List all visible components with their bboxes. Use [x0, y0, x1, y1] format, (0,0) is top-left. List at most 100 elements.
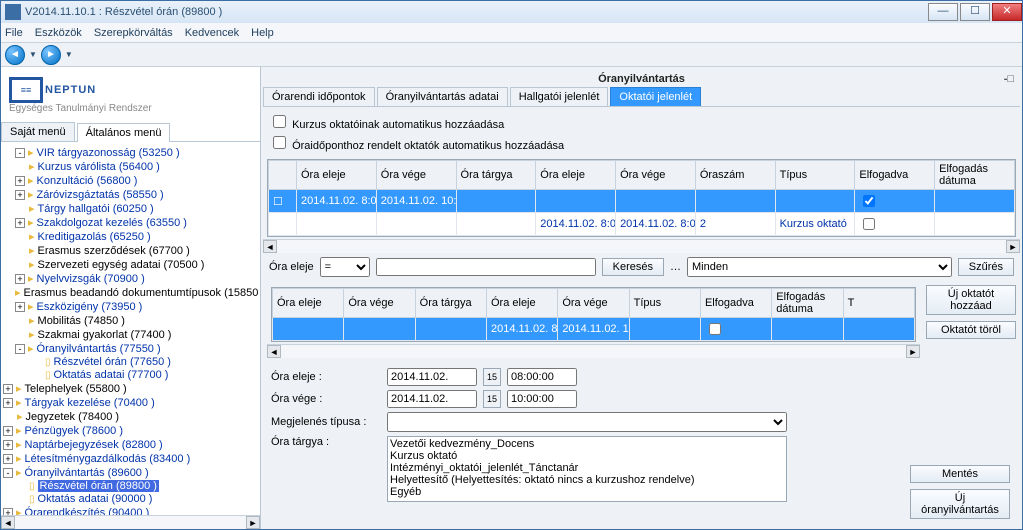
close-button[interactable]: ✕ [992, 3, 1022, 21]
tree-label[interactable]: Nyelvvizsgák (70900 ) [37, 273, 145, 285]
pin-icon[interactable]: -□ [1004, 73, 1014, 85]
tree-node[interactable]: ▸Tárgy hallgatói (60250 ) [3, 202, 258, 216]
scroll-left-icon[interactable]: ◄ [1, 516, 15, 529]
table-row[interactable]: 2014.11.02. 8:00:002014.11.02. 10:00:00 [273, 318, 915, 341]
list-item[interactable]: Kurzus oktató [390, 450, 784, 462]
tree-node[interactable]: +▸Szakdolgozat kezelés (63550 ) [3, 216, 258, 230]
tree-label[interactable]: Szakdolgozat kezelés (63550 ) [37, 217, 187, 229]
expand-icon[interactable]: + [3, 454, 13, 464]
tree-label[interactable]: Óranyilvántartás (77550 ) [37, 343, 161, 355]
expand-icon[interactable]: - [3, 468, 13, 478]
tree-label[interactable]: Záróvizsgáztatás (58550 ) [37, 189, 164, 201]
tree-node[interactable]: +▸Telephelyek (55800 ) [3, 382, 258, 396]
subtab[interactable]: Hallgatói jelenlét [510, 87, 609, 106]
column-header[interactable]: Elfogadva [855, 161, 935, 190]
menu-tools[interactable]: Eszközök [35, 27, 82, 39]
scroll-track[interactable] [15, 516, 246, 529]
subject-listbox[interactable]: Vezetői kedvezmény_DocensKurzus oktatóIn… [387, 436, 787, 502]
scroll-left-icon[interactable]: ◄ [263, 240, 277, 253]
calendar-icon[interactable]: 15 [483, 368, 501, 386]
column-header[interactable]: Óra tárgya [456, 161, 536, 190]
tree-node[interactable]: +▸Pénzügyek (78600 ) [3, 424, 258, 438]
list-item[interactable]: Intézményi_oktatói_jelenlét_Tánctanár [390, 462, 784, 474]
menu-help[interactable]: Help [251, 27, 274, 39]
grid-lessons[interactable]: Óra elejeÓra végeÓra tárgyaÓra elejeÓra … [267, 159, 1016, 237]
left-hscroll[interactable]: ◄ ► [1, 515, 260, 529]
expand-icon[interactable]: + [3, 440, 13, 450]
column-header[interactable]: Óra vége [558, 289, 629, 318]
menu-fav[interactable]: Kedvencek [185, 27, 239, 39]
nav-back-button[interactable]: ◄ [5, 45, 25, 65]
tree-node[interactable]: ▯Részvétel órán (77650 ) [3, 356, 258, 369]
delete-instructor-button[interactable]: Oktatót töröl [926, 321, 1016, 339]
tree-label[interactable]: Kreditigazolás (65250 ) [38, 231, 151, 243]
expand-icon[interactable]: + [3, 398, 13, 408]
tree-node[interactable]: ▸Erasmus beadandó dokumentumtípusok (158… [3, 286, 258, 300]
column-header[interactable]: Óra vége [344, 289, 415, 318]
list-item[interactable]: Egyéb [390, 486, 784, 498]
expand-icon[interactable]: - [15, 148, 25, 158]
scroll-right-icon[interactable]: ► [246, 516, 260, 529]
tree-label[interactable]: Szakmai gyakorlat (77400 ) [38, 329, 172, 341]
search-button[interactable]: Keresés [602, 258, 664, 276]
column-header[interactable]: Óra eleje [536, 161, 616, 190]
tree-label[interactable]: Eszközigény (73950 ) [37, 301, 143, 313]
expand-icon[interactable]: + [15, 302, 25, 312]
tree-label[interactable]: Erasmus szerződések (67700 ) [38, 245, 190, 257]
add-instructor-button[interactable]: Új oktatót hozzáad [926, 285, 1016, 315]
expand-icon[interactable]: + [3, 426, 13, 436]
tree-label[interactable]: Pénzügyek (78600 ) [25, 425, 123, 437]
tree-label[interactable]: Naptárbejegyzések (82800 ) [25, 439, 163, 451]
tree-node[interactable]: ▸Erasmus szerződések (67700 ) [3, 244, 258, 258]
filter-op-select[interactable]: = [320, 257, 370, 277]
tab-general-menu[interactable]: Általános menü [77, 123, 171, 142]
column-header[interactable]: Óra vége [376, 161, 456, 190]
subtab[interactable]: Órarendi időpontok [263, 87, 375, 106]
tree-node[interactable]: -▸Óranyilvántartás (89600 ) [3, 466, 258, 480]
column-header[interactable]: Elfogadás dátuma [935, 161, 1015, 190]
tree-node[interactable]: +▸Konzultáció (56800 ) [3, 174, 258, 188]
list-item[interactable]: Vezetői kedvezmény_Docens [390, 438, 784, 450]
column-header[interactable]: Óra eleje [486, 289, 557, 318]
tree-label[interactable]: Mobilitás (74850 ) [38, 315, 125, 327]
column-header[interactable]: Óra eleje [297, 161, 377, 190]
tree-label[interactable]: Tárgy hallgatói (60250 ) [38, 203, 154, 215]
titlebar[interactable]: V2014.11.10.1 : Részvétel órán (89800 ) … [1, 1, 1022, 23]
tree-label[interactable]: Óranyilvántartás (89600 ) [25, 467, 149, 479]
maximize-button[interactable]: ☐ [960, 3, 990, 21]
nav-fwd-button[interactable]: ► [41, 45, 61, 65]
filter-scope-select[interactable]: Minden [687, 257, 952, 277]
tree-node[interactable]: ▸Kurzus várólista (56400 ) [3, 160, 258, 174]
tree-node[interactable]: ▯Oktatás adatai (77700 ) [3, 369, 258, 382]
end-date-input[interactable] [387, 390, 477, 408]
check-time-instructors-box[interactable] [273, 136, 286, 149]
filter-value-input[interactable] [376, 258, 596, 276]
tree-node[interactable]: ▸Szakmai gyakorlat (77400 ) [3, 328, 258, 342]
start-date-input[interactable] [387, 368, 477, 386]
tree-node[interactable]: ▸Szervezeti egység adatai (70500 ) [3, 258, 258, 272]
tree-label[interactable]: Létesítménygazdálkodás (83400 ) [25, 453, 191, 465]
tree-node[interactable]: +▸Nyelvvizsgák (70900 ) [3, 272, 258, 286]
accepted-checkbox[interactable] [709, 323, 721, 335]
column-header[interactable]: Elfogadás dátuma [772, 289, 843, 318]
expand-icon[interactable]: + [3, 508, 13, 516]
table-row[interactable]: 2014.11.02. 8:00:002014.11.02. 8:00:002K… [269, 213, 1015, 236]
tree-node[interactable]: +▸Tárgyak kezelése (70400 ) [3, 396, 258, 410]
subtab[interactable]: Óranyilvántartás adatai [377, 87, 508, 106]
tree-label[interactable]: Tárgyak kezelése (70400 ) [25, 397, 155, 409]
tree-node[interactable]: +▸Órarendkészítés (90400 ) [3, 506, 258, 515]
calendar-icon[interactable]: 15 [483, 390, 501, 408]
expand-icon[interactable]: - [15, 344, 25, 354]
tree-label[interactable]: Erasmus beadandó dokumentumtípusok (1585… [24, 287, 260, 299]
tree-node[interactable]: +▸Záróvizsgáztatás (58550 ) [3, 188, 258, 202]
subtab[interactable]: Oktatói jelenlét [610, 87, 701, 106]
tree-label[interactable]: Részvétel órán (77650 ) [54, 356, 171, 368]
menu-file[interactable]: File [5, 27, 23, 39]
tree-label[interactable]: Oktatás adatai (90000 ) [38, 493, 153, 505]
check-course-instructors[interactable]: Kurzus oktatóinak automatikus hozzáadása [269, 111, 1014, 132]
check-course-instructors-box[interactable] [273, 115, 286, 128]
grid-lessons-hscroll[interactable]: ◄► [263, 239, 1020, 253]
column-header[interactable] [269, 161, 297, 190]
tree-node[interactable]: -▸VIR tárgyazonosság (53250 ) [3, 146, 258, 160]
tree-node[interactable]: -▸Óranyilvántartás (77550 ) [3, 342, 258, 356]
